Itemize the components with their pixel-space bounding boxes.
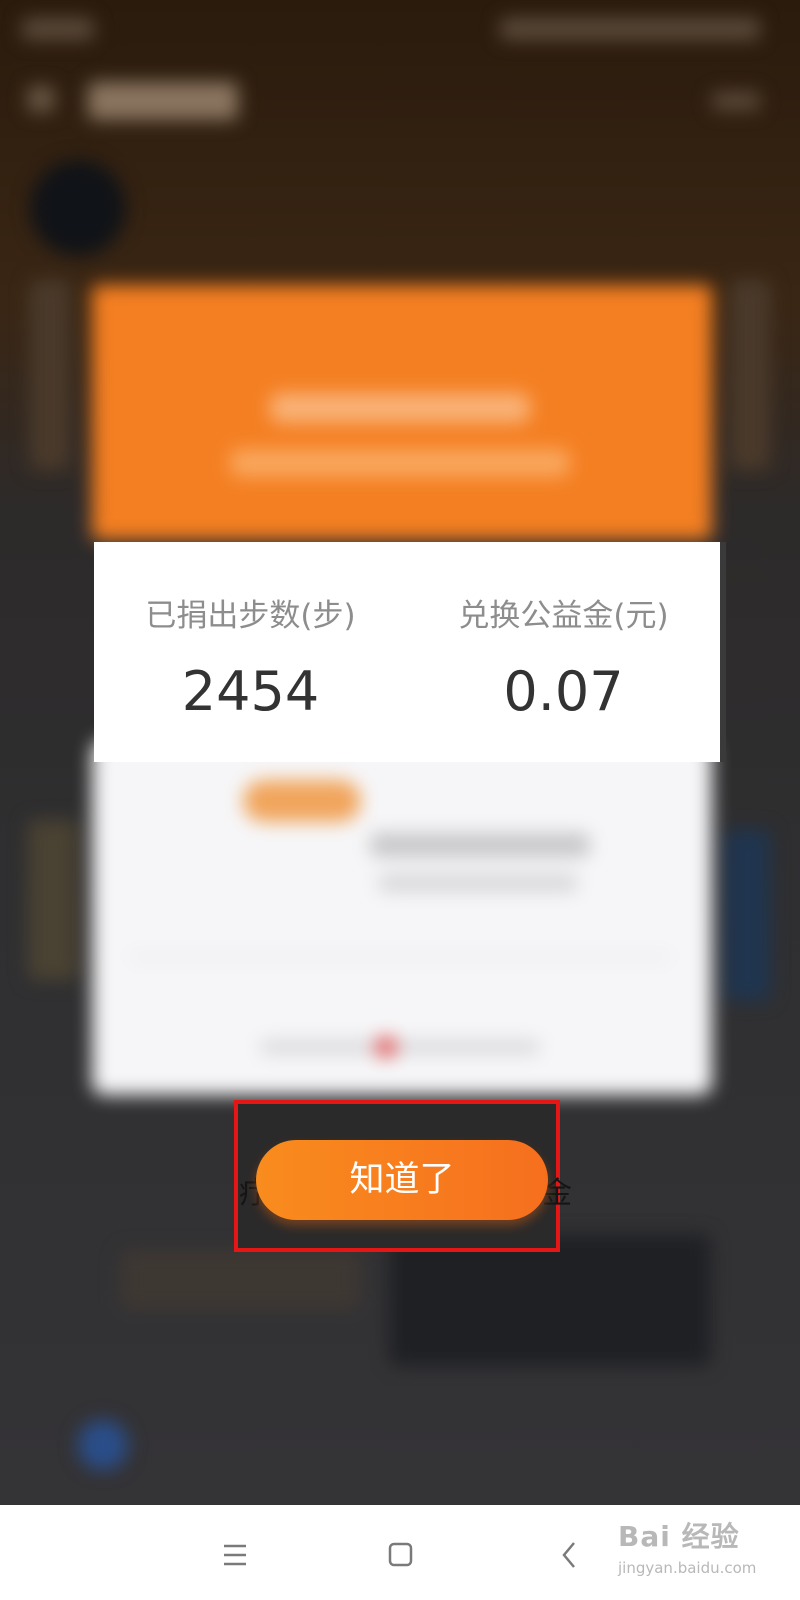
donated-steps-value: 2454: [181, 660, 320, 723]
watermark-logo: Bai 经验: [618, 1520, 740, 1553]
header-title: [88, 82, 238, 120]
donated-steps-label: 已捐出步数(步): [145, 598, 356, 634]
watermark-url: jingyan.baidu.com: [618, 1559, 757, 1577]
menu-icon: [224, 1544, 246, 1566]
home-button[interactable]: [370, 1525, 430, 1585]
background-avatar: [78, 1420, 128, 1470]
watermark: Bai 经验 jingyan.baidu.com: [612, 1515, 762, 1585]
card-footer-text: [260, 1040, 540, 1054]
back-icon: [562, 1542, 575, 1568]
charity-fund-label: 兑换公益金(元): [458, 598, 669, 634]
background-card-left: [28, 820, 78, 980]
header-back-icon: [28, 86, 54, 112]
donation-card-subtitle: [230, 449, 570, 477]
charity-fund-value: 0.07: [503, 660, 624, 723]
carousel-left-card: [30, 280, 70, 470]
card-divider: [130, 955, 670, 959]
status-bar-indicators: [500, 18, 760, 40]
project-tag: [243, 780, 361, 822]
avatar: [30, 160, 126, 256]
background-card-right: [725, 830, 770, 1000]
got-it-button[interactable]: 知道了: [256, 1140, 548, 1220]
app-screen: 已捐出步数(步) 2454 兑换公益金(元) 0.07 疗 金 知道了: [0, 0, 800, 1505]
donation-card-title: [270, 393, 530, 423]
charity-fund-stat: 兑换公益金(元) 0.07: [407, 542, 720, 762]
card-footer-icon: [375, 1036, 397, 1058]
background-banner: [390, 1235, 710, 1365]
menu-button[interactable]: [205, 1525, 265, 1585]
home-icon: [388, 1542, 413, 1567]
carousel-right-card: [730, 280, 770, 470]
project-subtitle: [378, 874, 578, 892]
back-button[interactable]: [540, 1525, 600, 1585]
status-bar-time: [22, 18, 94, 40]
donated-steps-stat: 已捐出步数(步) 2454: [94, 542, 407, 762]
donation-stats-panel: 已捐出步数(步) 2454 兑换公益金(元) 0.07: [94, 542, 726, 762]
header-more-icon: [712, 92, 760, 110]
background-list-item: [120, 1250, 360, 1310]
project-title: [370, 833, 590, 857]
